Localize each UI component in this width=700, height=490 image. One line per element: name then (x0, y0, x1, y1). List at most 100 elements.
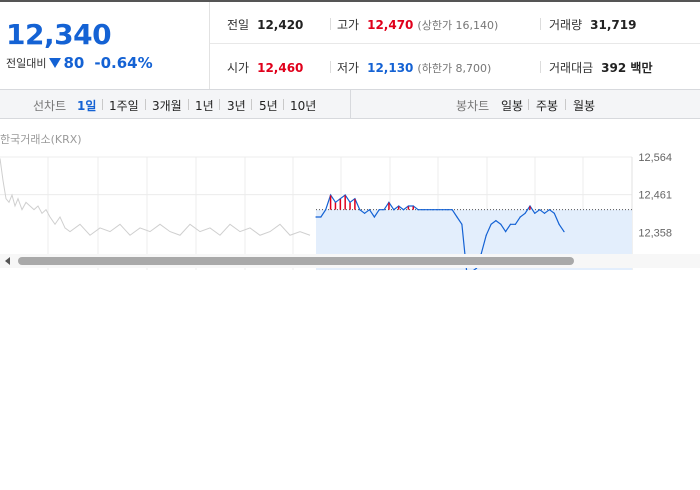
prev-close-label: 전일 (227, 18, 250, 32)
open-cell: 시가 12,460 (227, 59, 303, 76)
high-cell: 고가 12,470 (상한가 16,140) (337, 16, 498, 33)
price-point (543, 212, 546, 214)
open-value: 12,460 (257, 61, 304, 75)
line-chart-title: 선차트 (33, 99, 67, 113)
chart-scrollbar[interactable] (0, 254, 700, 268)
price-box: 12,340 전일대비 80 -0.64% (0, 2, 210, 89)
high-value: 12,470 (367, 18, 414, 32)
low-cell: 저가 12,130 (하한가 8,700) (337, 59, 491, 76)
tab-weekly[interactable]: 주봉 (536, 97, 558, 114)
price-point (383, 209, 385, 211)
price-point (441, 209, 443, 211)
y-axis-labels: 12,564 12,461 12,358 (638, 152, 672, 239)
intraday-price-chart: 12,564 12,461 12,358 (0, 152, 672, 270)
tab-10y[interactable]: 10년 (290, 97, 316, 114)
price-point (393, 209, 395, 211)
prev-close-value: 12,420 (257, 18, 304, 32)
open-label: 시가 (227, 61, 250, 75)
price-point (402, 209, 405, 211)
y-tick-label: 12,461 (638, 190, 672, 202)
tab-1w[interactable]: 1주일 (109, 97, 139, 114)
candle-chart-title: 봉차트 (456, 99, 490, 113)
change-label: 전일대비 (6, 57, 47, 70)
cell-separator (330, 61, 331, 73)
price-point (519, 216, 521, 218)
price-point (446, 209, 448, 211)
prev-close-cell: 전일 12,420 (227, 16, 303, 33)
cell-separator (330, 18, 331, 30)
price-point (514, 223, 517, 225)
current-price: 12,340 (6, 18, 112, 51)
low-label: 저가 (337, 61, 360, 75)
scroll-thumb[interactable] (18, 257, 574, 265)
price-point (320, 216, 322, 218)
tab-monthly[interactable]: 월봉 (573, 97, 595, 114)
line-chart-tab-group: 선차트 1일 1주일 3개월 1년 3년 5년 10년 (0, 90, 351, 118)
price-point (456, 216, 458, 218)
tab-separator (251, 99, 252, 110)
tab-separator (283, 99, 284, 110)
price-point (427, 209, 429, 211)
cell-separator (540, 61, 541, 73)
price-point (539, 209, 541, 211)
price-point (505, 231, 507, 233)
price-point (349, 201, 351, 203)
price-point (461, 223, 463, 225)
price-point (529, 205, 531, 207)
price-point (509, 223, 512, 225)
price-point (500, 223, 502, 225)
quote-summary: 12,340 전일대비 80 -0.64% 전일 12,420 고가 12,47… (0, 2, 700, 89)
price-point (378, 209, 380, 211)
tab-separator (188, 99, 189, 110)
price-point (325, 209, 327, 211)
price-point (417, 209, 419, 211)
price-point (364, 212, 366, 214)
price-point (524, 212, 526, 214)
price-point (451, 209, 453, 211)
change-row: 전일대비 80 -0.64% (6, 54, 153, 72)
price-point (437, 209, 439, 211)
price-point (339, 198, 341, 200)
volume-cell: 거래량 31,719 (549, 16, 636, 33)
tab-5y[interactable]: 5년 (259, 97, 278, 114)
change-percent: -0.64% (94, 54, 153, 72)
price-point (548, 209, 551, 211)
price-point (368, 209, 371, 211)
upper-limit: (상한가 16,140) (417, 19, 499, 32)
price-point (398, 205, 400, 207)
amount-label: 거래대금 (549, 61, 594, 75)
price-point (495, 220, 497, 222)
tab-separator (219, 99, 220, 110)
history-background-line (0, 158, 311, 236)
history-line (0, 158, 311, 236)
tab-3y[interactable]: 3년 (227, 97, 246, 114)
tab-daily[interactable]: 일봉 (501, 97, 523, 114)
tab-3m[interactable]: 3개월 (152, 97, 182, 114)
y-tick-label: 12,564 (638, 152, 672, 164)
down-triangle-icon (49, 58, 62, 68)
price-point (407, 205, 409, 207)
tab-separator (145, 99, 146, 110)
scroll-left-arrow-icon[interactable] (5, 257, 10, 265)
price-point (330, 194, 332, 196)
chart-period-tabs: 선차트 1일 1주일 3개월 1년 3년 5년 10년 봉차트 일봉 주봉 월봉 (0, 89, 700, 119)
price-point (344, 194, 346, 196)
tab-separator (102, 99, 103, 110)
price-point (315, 216, 317, 218)
price-point (534, 212, 536, 214)
price-point (334, 201, 337, 203)
lower-limit: (하한가 8,700) (417, 62, 492, 75)
tab-separator (528, 99, 529, 110)
price-point (422, 209, 424, 211)
volume-label: 거래량 (549, 18, 583, 32)
price-point (490, 223, 492, 225)
tab-separator (565, 99, 566, 110)
price-point (354, 198, 356, 200)
high-label: 고가 (337, 18, 360, 32)
tab-1d[interactable]: 1일 (77, 97, 96, 114)
low-value: 12,130 (367, 61, 414, 75)
price-point (432, 209, 434, 211)
tab-1y[interactable]: 1년 (195, 97, 214, 114)
price-point (359, 209, 361, 211)
price-point (558, 223, 560, 225)
